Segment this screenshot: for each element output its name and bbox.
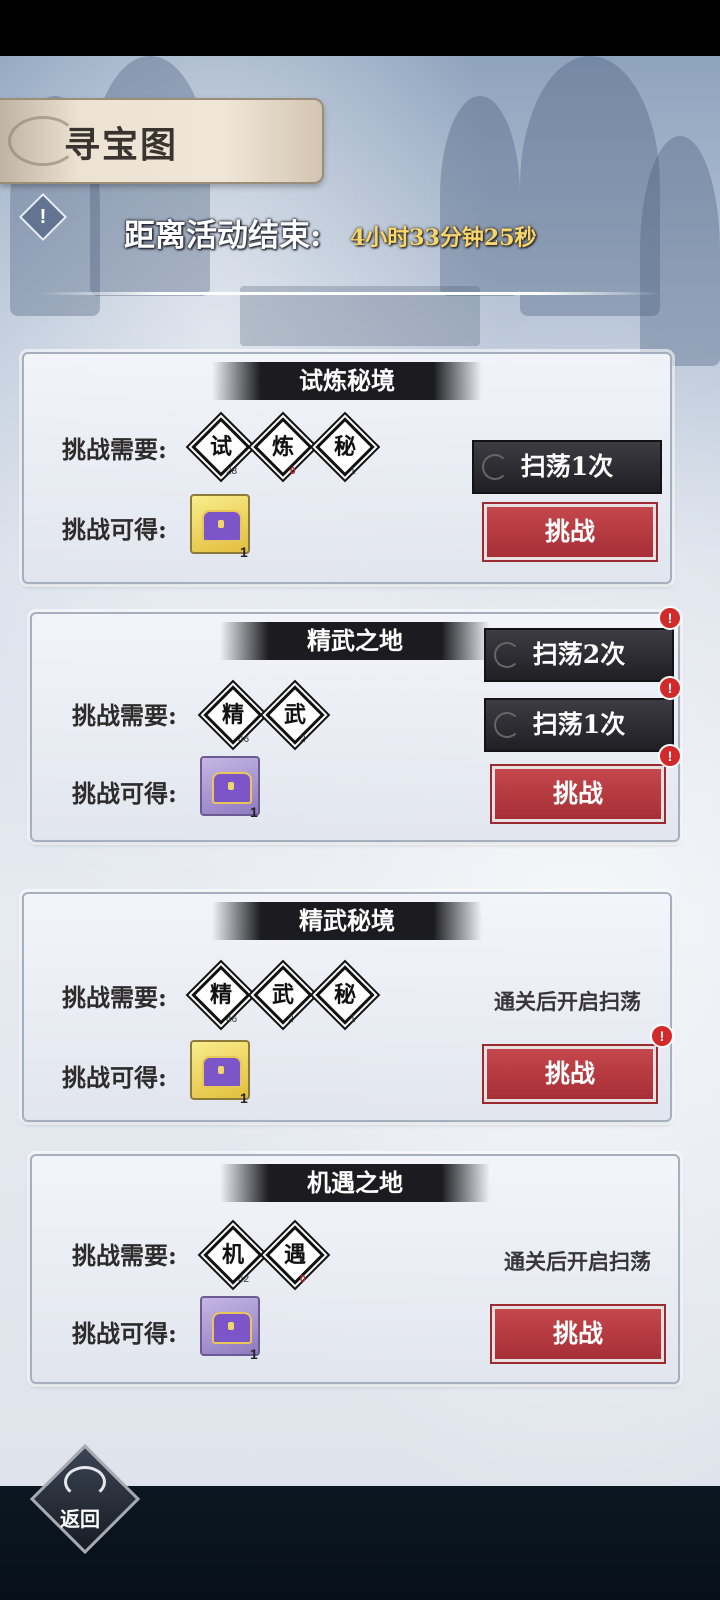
card-jingwu-land: 精武之地 挑战需要: 精 46 武 2 挑战可得: 1 扫荡2次 ! 扫荡1次 …: [30, 606, 682, 842]
notification-badge: !: [658, 744, 682, 768]
token-count: 2: [288, 1014, 294, 1025]
page-title-plate: 寻宝图: [0, 98, 324, 184]
challenge-button[interactable]: 挑战: [492, 766, 664, 822]
sweep-once-button[interactable]: 扫荡1次: [484, 698, 674, 752]
token-count: 0: [290, 466, 296, 477]
token-ji: 机: [203, 1225, 263, 1285]
notification-badge: !: [650, 1024, 674, 1048]
token-count: 46: [226, 1014, 238, 1025]
challenge-button[interactable]: 挑战: [484, 1046, 656, 1102]
requirement-label: 挑战需要:: [72, 1241, 177, 1270]
reward-label: 挑战可得:: [72, 779, 177, 808]
token-count: 42: [238, 1274, 250, 1285]
timer-label: 距离活动结束:: [124, 218, 322, 254]
reward-count: 1: [240, 544, 248, 560]
card-trial-secret-realm: 试炼秘境 挑战需要: 试 28 炼 0 秘 1 挑战可得: 1 扫荡1次 挑战: [22, 352, 672, 584]
swirl-return-icon: [64, 1466, 106, 1498]
card-title: 精武秘境: [212, 902, 482, 940]
status-bar: [0, 0, 720, 56]
token-wu: 武: [265, 685, 325, 745]
reward-count: 1: [250, 804, 258, 820]
challenge-button[interactable]: 挑战: [484, 504, 656, 560]
requirement-label: 挑战需要:: [72, 701, 177, 730]
token-jing: 精: [203, 685, 263, 745]
card-opportunity-land: 机遇之地 挑战需要: 机 42 遇 0 挑战可得: 1 通关后开启扫荡 挑战: [30, 1154, 680, 1384]
reward-count: 1: [240, 1090, 248, 1106]
reward-count: 1: [250, 1346, 258, 1362]
token-wu: 武: [253, 965, 313, 1025]
token-count: 1: [350, 466, 356, 477]
requirement-label: 挑战需要:: [62, 983, 167, 1012]
token-mi: 秘: [315, 417, 375, 477]
sweep-locked-text: 通关后开启扫荡: [504, 1249, 651, 1274]
notification-badge: !: [658, 676, 682, 700]
timer-value: 4小时33分钟25秒: [350, 225, 537, 251]
token-mi: 秘: [315, 965, 375, 1025]
page-title: 寻宝图: [64, 124, 179, 166]
notification-badge: !: [658, 606, 682, 630]
header-divider: [40, 292, 660, 295]
token-jing: 精: [191, 965, 251, 1025]
requirement-label: 挑战需要:: [62, 435, 167, 464]
back-label: 返回: [60, 1507, 100, 1531]
token-lian: 炼: [253, 417, 313, 477]
token-count: 2: [300, 734, 306, 745]
token-shi: 试: [191, 417, 251, 477]
card-jingwu-secret-realm: 精武秘境 挑战需要: 精 46 武 2 秘 1 挑战可得: 1 通关后开启扫荡 …: [22, 892, 674, 1122]
token-count: 0: [300, 1274, 306, 1285]
reward-label: 挑战可得:: [72, 1319, 177, 1348]
token-count: 46: [238, 734, 250, 745]
reward-label: 挑战可得:: [62, 515, 167, 544]
card-title: 精武之地: [220, 622, 490, 660]
token-yu: 遇: [265, 1225, 325, 1285]
token-count: 28: [226, 466, 238, 477]
card-title: 机遇之地: [220, 1164, 490, 1202]
reward-label: 挑战可得:: [62, 1063, 167, 1092]
card-title: 试炼秘境: [212, 362, 482, 400]
sweep-once-button[interactable]: 扫荡1次: [472, 440, 662, 494]
challenge-button[interactable]: 挑战: [492, 1306, 664, 1362]
token-count: 1: [350, 1014, 356, 1025]
sweep-locked-text: 通关后开启扫荡: [494, 989, 641, 1014]
sweep-twice-button[interactable]: 扫荡2次: [484, 628, 674, 682]
